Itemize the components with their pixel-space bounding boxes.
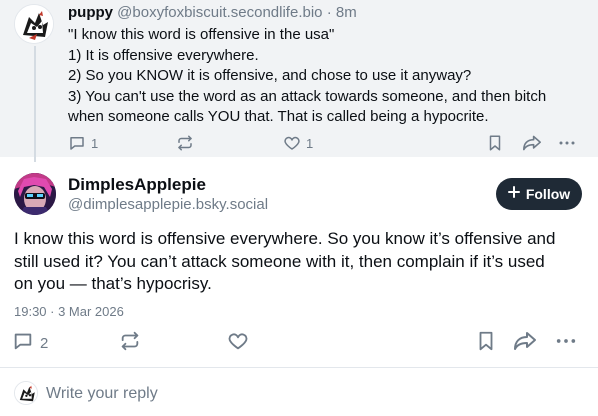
parent-reply-button[interactable]: 1 (68, 133, 98, 153)
main-repost-button[interactable] (119, 331, 141, 355)
main-reply-button[interactable]: 2 (12, 331, 48, 355)
follow-button[interactable]: Follow (496, 178, 582, 210)
main-author-handle[interactable]: @dimplesapplepie.bsky.social (68, 195, 268, 215)
reply-input[interactable]: Write your reply (46, 383, 158, 405)
main-reply-count: 2 (40, 334, 49, 352)
parent-share-button[interactable] (522, 133, 542, 153)
like-icon (227, 330, 249, 356)
parent-post-actions: 1 1 (68, 133, 588, 153)
reply-icon (12, 330, 34, 356)
main-post-line: on you — that’s hypocrisy. (14, 274, 212, 293)
parent-like-button[interactable]: 1 (283, 133, 313, 153)
main-post-actions: 2 (0, 331, 598, 355)
parent-post-line: "I know this word is offensive in the us… (68, 26, 335, 43)
main-bookmark-button[interactable] (475, 331, 497, 355)
bookmark-icon (486, 134, 504, 152)
parent-post-time[interactable]: 8m (336, 4, 357, 21)
repost-icon (176, 134, 194, 152)
more-icon (555, 330, 577, 356)
parent-post-line: 3) You can't use the word as an attack t… (68, 87, 547, 105)
reply-icon (68, 134, 86, 152)
parent-author-handle[interactable]: @boxyfoxbiscuit.secondlife.bio (117, 4, 322, 21)
parent-post-line: 2) So you KNOW it is offensive, and chos… (68, 67, 472, 84)
main-author-name[interactable]: DimplesApplepie (68, 174, 206, 196)
thread-line (34, 46, 36, 162)
main-like-button[interactable] (227, 331, 249, 355)
parent-more-button[interactable] (558, 133, 576, 153)
more-icon (558, 134, 576, 152)
main-author-avatar[interactable] (14, 173, 56, 215)
main-post-text: I know this word is offensive everywhere… (14, 228, 590, 296)
parent-author-avatar[interactable] (14, 4, 54, 44)
follow-label: Follow (525, 186, 571, 202)
current-user-avatar (14, 381, 38, 405)
parent-post-header: puppy @boxyfoxbiscuit.secondlife.bio · 8… (68, 3, 357, 23)
like-icon (283, 134, 301, 152)
parent-post[interactable]: puppy @boxyfoxbiscuit.secondlife.bio · 8… (0, 0, 598, 162)
main-post-line: I know this word is offensive everywhere… (14, 229, 556, 248)
share-icon (513, 330, 537, 356)
main-post-timestamp[interactable]: 19:30 · 3 Mar 2026 (14, 303, 124, 321)
parent-reply-count: 1 (91, 135, 99, 151)
parent-bookmark-button[interactable] (486, 133, 504, 153)
main-share-button[interactable] (513, 331, 537, 355)
parent-like-count: 1 (306, 135, 314, 151)
parent-repost-button[interactable] (176, 133, 194, 153)
main-post-line: still used it? You can’t attack someone … (14, 251, 545, 271)
main-more-button[interactable] (555, 331, 577, 355)
share-icon (522, 134, 542, 152)
parent-post-line: 1) It is offensive everywhere. (68, 46, 259, 64)
parent-author-name[interactable]: puppy (68, 4, 113, 21)
parent-post-text: "I know this word is offensive in the us… (68, 25, 588, 128)
repost-icon (119, 330, 141, 356)
divider (0, 367, 598, 368)
parent-post-line: when someone calls YOU that. That is cal… (68, 108, 489, 125)
bookmark-icon (475, 330, 497, 356)
plus-icon (507, 186, 520, 202)
header-separator: · (326, 4, 332, 21)
